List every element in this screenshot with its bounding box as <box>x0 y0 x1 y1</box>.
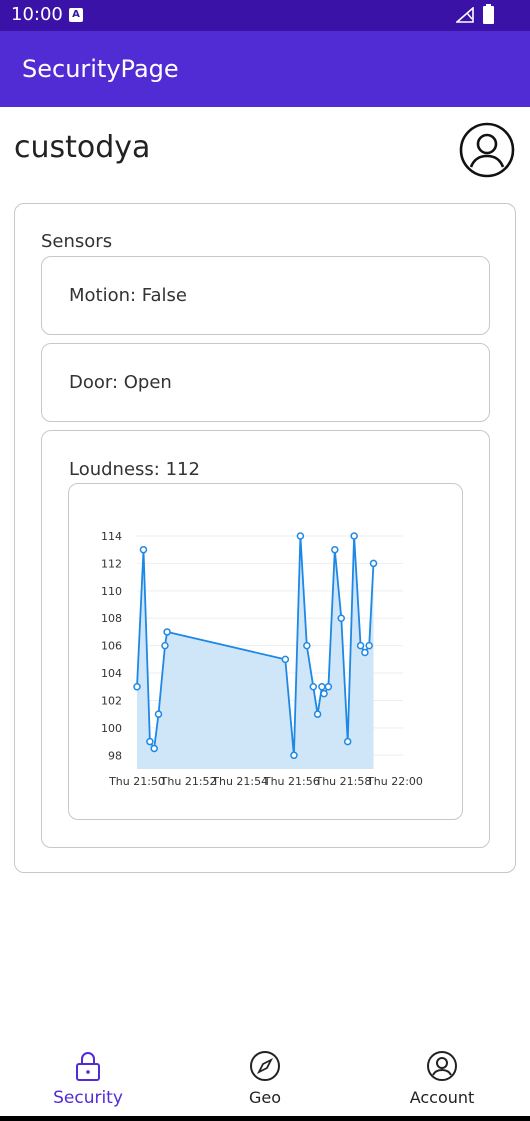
data-point <box>163 628 171 636</box>
bottom-nav: Security Geo Account <box>0 1040 530 1121</box>
data-point <box>290 751 298 760</box>
home-indicator <box>0 1116 530 1121</box>
user-name: custodya <box>14 130 151 165</box>
avatar-icon[interactable] <box>458 121 516 179</box>
y-tick-label: 104 <box>101 667 122 680</box>
x-tick-label: Thu 21:54 <box>211 775 268 788</box>
tab-geo-label: Geo <box>248 1088 282 1107</box>
data-point <box>154 710 163 718</box>
motion-status: Motion: False <box>69 285 187 306</box>
app-bar: SecurityPage <box>0 31 530 107</box>
loudness-chart: 98 100 102 104 106 108 110 112 114 Thu 21:50 Thu 2… <box>68 483 463 820</box>
data-point <box>369 559 378 568</box>
page-title: SecurityPage <box>22 55 179 83</box>
data-point <box>139 545 148 554</box>
y-tick-label: 108 <box>101 612 122 625</box>
battery-icon <box>483 4 494 24</box>
x-tick-label: Thu 21:52 <box>160 775 217 788</box>
data-point <box>324 683 333 691</box>
data-point <box>337 614 345 622</box>
loudness-chart-svg: 98100102104106108110112114Thu 21:50Thu 2… <box>101 530 423 788</box>
data-point <box>146 737 154 746</box>
data-point <box>281 655 290 664</box>
sensors-label: Sensors <box>41 231 113 252</box>
tab-security[interactable]: Security <box>0 1040 176 1121</box>
lock-icon <box>76 1052 100 1081</box>
account-icon <box>427 1051 457 1081</box>
y-tick-label: 112 <box>101 557 122 570</box>
tab-account-label: Account <box>409 1088 475 1107</box>
door-status: Door: Open <box>69 372 172 393</box>
motion-card: Motion: False <box>41 256 490 335</box>
data-point <box>365 641 373 650</box>
data-point <box>350 532 358 540</box>
y-tick-label: 100 <box>101 722 122 735</box>
y-tick-label: 98 <box>108 749 122 762</box>
y-tick-label: 106 <box>101 640 122 653</box>
x-tick-label: Thu 21:56 <box>263 775 320 788</box>
data-point <box>296 532 305 540</box>
signal-icon <box>456 7 474 23</box>
x-tick-label: Thu 22:00 <box>366 775 423 788</box>
y-tick-label: 114 <box>101 530 122 543</box>
data-point <box>343 737 352 746</box>
data-point <box>150 744 158 753</box>
data-point <box>309 683 318 691</box>
notification-icon: A <box>69 8 83 22</box>
compass-icon <box>250 1051 280 1081</box>
status-bar: 10:00 A <box>0 0 530 31</box>
status-time: 10:00 <box>11 4 63 25</box>
data-point <box>318 683 326 691</box>
data-point <box>161 641 169 650</box>
door-card: Door: Open <box>41 343 490 422</box>
x-tick-label: Thu 21:50 <box>108 775 165 788</box>
y-tick-label: 110 <box>101 585 122 598</box>
tab-security-label: Security <box>53 1088 123 1108</box>
data-point <box>356 641 365 650</box>
data-point <box>303 641 311 650</box>
tab-geo[interactable]: Geo <box>177 1040 353 1121</box>
loudness-status: Loudness: 112 <box>69 459 200 480</box>
data-point <box>361 648 369 657</box>
data-point <box>320 689 328 698</box>
data-point <box>133 683 141 691</box>
tab-account[interactable]: Account <box>354 1040 530 1121</box>
x-tick-label: Thu 21:58 <box>314 775 371 788</box>
data-point <box>331 545 339 554</box>
y-tick-label: 102 <box>101 694 122 707</box>
data-point <box>313 710 322 718</box>
